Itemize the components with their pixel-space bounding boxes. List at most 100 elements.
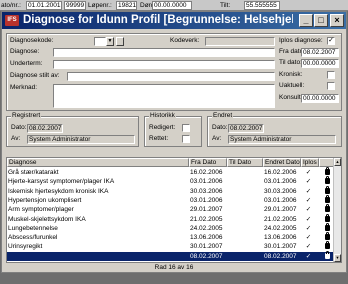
cell-endret-dato: 29.01.2007 [264,206,297,214]
table-row[interactable]: Abscess/furunkel 13.06.2006 13.06.2006 ✓ [7,232,335,242]
table-row[interactable]: Hypertensjon ukomplisert 03.01.2006 03.01.… [7,194,335,205]
column-header-til-dato[interactable]: Til Dato [227,158,263,167]
diagnose-input[interactable] [53,48,275,57]
cell-iplos: ✓ [305,178,312,186]
diagnose-table[interactable]: Diagnose Fra Dato Til Dato Endret Dato I… [6,157,342,263]
cell-fra-dato: 16.02.2006 [190,169,223,176]
cell-diagnose: Arm symptomer/plager [8,206,74,214]
table-row[interactable]: Arm symptomer/plager 29.01.2007 29.01.2007… [7,204,335,214]
cell-diagnose: Hypertensjon ukomplisert [8,196,82,204]
lock-icon [325,204,330,213]
cell-iplos: ✓ [305,234,312,242]
cell-diagnose: Iskemisk hjertesykdom kronisk IKA [8,187,109,195]
cell-iplos: ✓ [305,252,312,260]
topbar-value-1: 01.01.2001 [26,1,62,10]
historikk-title: Historikk [149,112,176,120]
cell-til-dato [227,224,263,233]
lock-icon [325,176,330,185]
rettet-checkbox[interactable] [182,135,190,143]
cell-diagnose: Grå stær/katarakt [8,169,59,176]
kodeverk-field [205,37,275,46]
cell-iplos: ✓ [305,187,312,195]
diagnosekode-input[interactable] [94,37,106,46]
cell-iplos: ✓ [305,215,312,223]
merknad-textarea[interactable] [53,84,275,108]
cell-fra-dato: 03.01.2006 [190,196,223,204]
registrert-av-label: Av: [11,135,21,142]
konsult-dato-input[interactable]: 00.00.0000 [301,94,339,103]
table-row[interactable]: Lungebetennelse 24.02.2005 24.02.2005 ✓ [7,222,335,233]
diagnosekode-dropdown[interactable]: ▼ [106,37,114,46]
table-row[interactable]: 08.02.2007 08.02.2007 ✓ [7,250,335,261]
cell-endret-dato: 03.01.2006 [264,196,297,204]
underterm-label: Underterm: [10,60,43,67]
uaktuell-label: Uaktuell: [279,82,305,89]
lock-icon [325,232,330,241]
cell-iplos: ✓ [305,196,312,204]
redigert-checkbox[interactable] [182,124,190,132]
lock-icon [325,241,330,250]
cell-til-dato [227,215,263,224]
merknad-label: Merknad: [10,84,38,91]
registrert-title: Registrert [11,112,42,120]
cell-endret-dato: 03.01.2006 [264,178,297,186]
maximize-button[interactable]: □ [314,14,328,27]
column-header-fra-dato[interactable]: Fra Dato [189,158,227,167]
kronisk-checkbox[interactable] [327,71,335,79]
cell-diagnose: Lungebetennelse [8,224,58,232]
parent-toolbar: ato/nr.: 01.01.2001 99999 Løpenr.: 19821… [0,0,348,11]
endret-av-field: System Administrator [228,135,336,144]
cell-diagnose: Abscess/furunkel [8,234,58,242]
diagnose-stilt-av-input[interactable] [67,72,275,81]
cell-endret-dato: 30.03.2006 [264,187,297,195]
cell-endret-dato: 21.02.2005 [264,215,297,223]
lock-icon [325,250,330,259]
row-status: Rad 16 av 16 [154,264,194,271]
til-dato-input[interactable]: 00.00.0000 [301,59,339,68]
scroll-down-button[interactable]: ▼ [334,254,341,262]
topbar-label-1: ato/nr.: [1,2,21,9]
lock-icon [325,167,330,175]
cell-fra-dato: 29.01.2007 [190,206,223,214]
cell-diagnose: Urinsyregikt [8,243,43,251]
table-row[interactable]: Grå stær/katarakt 16.02.2006 16.02.2006 ✓ [7,167,335,177]
iplos-diagnose-label: Iplos diagnose: [279,37,323,44]
minimize-button[interactable]: _ [299,14,313,27]
cell-diagnose [7,252,189,261]
cell-til-dato [227,187,263,196]
cell-fra-dato: 08.02.2007 [190,252,223,260]
cell-fra-dato: 03.01.2006 [190,178,223,186]
table-row[interactable]: Iskemisk hjertesykdom kronisk IKA 30.03.2… [7,185,335,196]
cell-diagnose: Muskel-skjelettsykdom IKA [8,215,86,223]
kronisk-label: Kronisk: [279,71,303,78]
iplos-diagnose-checkbox[interactable]: ✓ [327,37,335,45]
table-row[interactable]: Hjerte-karsyst symptomer/plager IKA 03.01… [7,176,335,186]
registrert-dato-field: 08.02.2007 [27,124,63,133]
endret-group: Endret Dato: 08.02.2007 Av: System Admin… [207,112,342,147]
close-button[interactable]: × [330,14,344,27]
column-header-iplos[interactable]: Iplos [301,158,319,167]
table-vertical-scrollbar[interactable]: ▲ ▼ [333,158,341,262]
topbar-value-3: 19821 [116,1,137,10]
cell-endret-dato: 30.01.2007 [264,243,297,251]
diagnose-stilt-av-label: Diagnose stilt av: [10,72,60,79]
underterm-input[interactable] [53,60,275,69]
redigert-label: Redigert: [149,124,176,131]
table-row[interactable]: Urinsyregikt 30.01.2007 30.01.2007 ✓ [7,241,335,251]
dialog-titlebar[interactable]: IFS Diagnose for Idunn Profil [Begrunnel… [2,12,346,29]
column-header-endret-dato[interactable]: Endret Dato [263,158,301,167]
fra-dato-input[interactable]: 08.02.2007 [301,48,339,57]
cell-til-dato [227,196,263,205]
diagnose-form-panel: Diagnosekode: ▼ Kodeverk: Diagnose: Unde… [6,33,342,111]
diagnose-label: Diagnose: [10,48,40,55]
cell-iplos: ✓ [305,206,312,214]
endret-title: Endret [212,112,234,120]
diagnosekode-lookup-button[interactable] [116,37,124,46]
endret-dato-label: Dato: [212,124,228,131]
uaktuell-checkbox[interactable] [327,82,335,90]
column-header-diagnose[interactable]: Diagnose [7,158,189,167]
lock-icon [325,185,330,194]
cell-endret-dato: 08.02.2007 [264,252,297,260]
scroll-up-button[interactable]: ▲ [334,158,341,166]
table-row[interactable]: Muskel-skjelettsykdom IKA 21.02.2005 21.02… [7,213,335,224]
